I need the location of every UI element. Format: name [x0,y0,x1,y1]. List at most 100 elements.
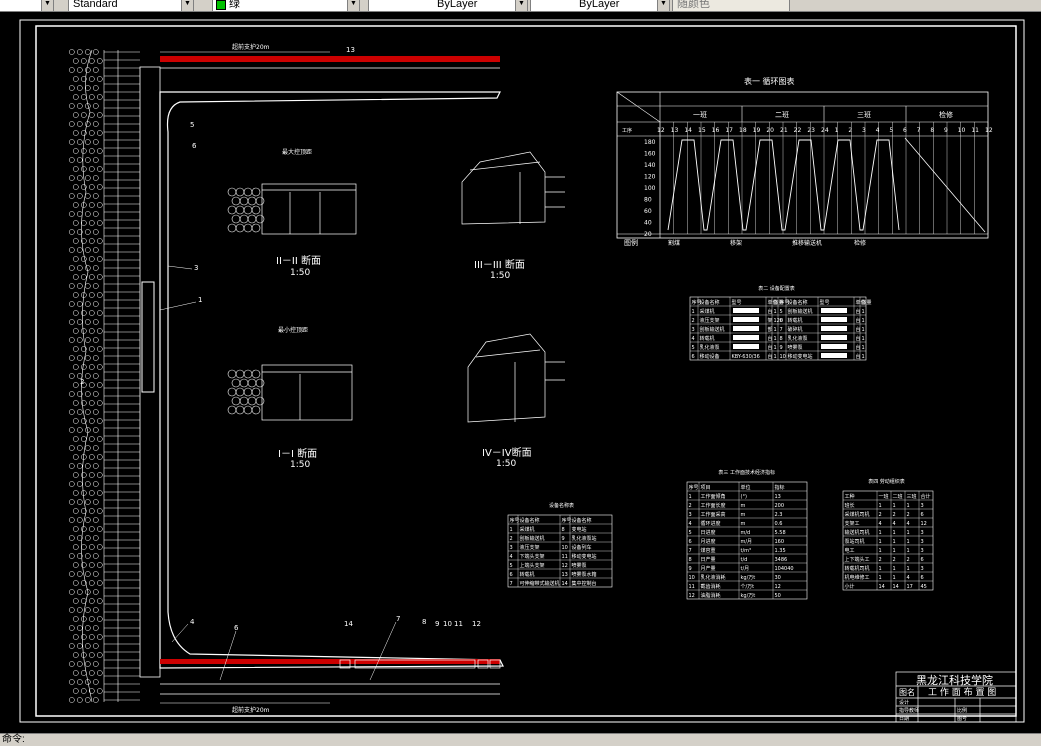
table-cell: 台 [856,344,861,351]
lineweight-combo[interactable]: ByLayer ▼ [530,0,670,11]
rock [227,387,237,397]
rock-dot [72,292,79,298]
table-cell: 1 [774,336,777,342]
table-cell: 输送机司机 [845,529,870,536]
linetype-combo[interactable]: ByLayer ▼ [368,0,528,11]
table-cell: 1 [862,327,865,333]
rock [251,387,261,397]
table-header: 指标 [775,484,785,491]
rock-dot [84,265,91,271]
rock-dot [92,589,99,595]
rock-dot [72,634,79,640]
chevron-down-icon[interactable]: ▼ [41,0,53,11]
table-cell: 台 [768,344,773,351]
rock-dot [92,229,99,235]
rock-dot [76,499,83,505]
rock-dot [68,661,75,667]
command-prompt: 命令: [2,734,25,745]
redacted-cell [821,326,847,331]
rock-dot [88,274,95,280]
drawing-name-label: 图名 [899,687,915,697]
table-cell: 刮板输送机 [788,308,813,315]
plotstyle-combo[interactable]: 随颜色 [672,0,790,11]
rock-pile-1 [227,369,265,415]
rock-dot [92,427,99,433]
rock [239,214,249,224]
table-cell: 3 [921,539,924,545]
rock-dot [88,112,95,118]
rock-dot [84,517,91,523]
rock-dot [96,616,103,622]
redacted-cell [821,335,847,340]
rock-dot [84,445,91,451]
labor-table: 表四 劳动组织表工种 一班 二班 三班 合计班长 1 1 1 3 采煤机司机 2 2 2 6 支架工 4 4 4 1… [842,478,934,591]
rock-dot [88,328,95,334]
color-combo[interactable]: 绿 ▼ [212,0,360,11]
drawing-canvas[interactable]: 超前支护20m 超前支护20m 1 3 5 6 4 6 7 8 9 10 11 … [0,12,1041,733]
rock-dot [68,157,75,163]
table-cell: 3 [921,530,924,536]
rock-dot [84,409,91,415]
table-cell: 1 [774,345,777,351]
table-cell: 3486 [775,557,788,563]
table-cell: 1 [862,336,865,342]
properties-toolbar: ▼ Standard ▼ 绿 ▼ ByLayer ▼ ByLayer ▼ 随颜色 [0,0,1041,12]
rock-dot [96,94,103,100]
redacted-cell [733,326,759,331]
table-cell: 2 [510,536,513,542]
rock-dot [76,679,83,685]
rock-dot [88,400,95,406]
chevron-down-icon[interactable]: ▼ [181,0,193,11]
rock-dot [72,112,79,118]
cycle-trace [667,139,900,231]
rock-dot [76,697,83,703]
rock-dot [92,283,99,289]
chevron-down-icon[interactable]: ▼ [515,0,527,11]
rock-dot [88,310,95,316]
table-cell: 液压支架 [700,317,720,324]
rock-dot [88,346,95,352]
rock-dot [88,76,95,82]
rock-dot [76,355,83,361]
rock-dot [84,643,91,649]
rock-dot [92,535,99,541]
table-cell: 200 [775,503,785,509]
rock-dot [76,337,83,343]
rock-dot [84,391,91,397]
y-tick: 80 [644,197,652,204]
hour-tick: 17 [725,127,733,134]
rock-dot [80,472,87,478]
rock-dot [76,463,83,469]
rock-dot [76,175,83,181]
table-cell: 1 [907,530,910,536]
table-cell: 3 [692,327,695,333]
rock-dot [88,454,95,460]
chevron-down-icon[interactable]: ▼ [657,0,669,11]
hour-tick: 9 [944,127,948,134]
command-line[interactable]: 命令: [0,733,1041,746]
rock-dot [76,607,83,613]
rock-dot [88,166,95,172]
rock-dot [80,184,87,190]
rock-dot [76,319,83,325]
rock-dot [72,472,79,478]
rock [239,196,249,206]
shift-label: 一班 [693,110,707,119]
rock-dot [84,49,91,55]
chevron-down-icon[interactable]: ▼ [347,0,359,11]
table-cell: 采煤机司机 [845,511,870,518]
hour-tick: 2 [848,127,852,134]
rock-dot [76,427,83,433]
table-cell: 1 [774,354,777,360]
table-header: 设备名称 [572,517,592,524]
table-cell: 5 [510,563,513,569]
rock-dot [80,634,87,640]
text-style-combo[interactable]: Standard ▼ [68,0,194,11]
redacted-cell [733,335,759,340]
rock-dot [72,454,79,460]
table-cell: 2 [689,503,692,509]
table-header: 序号 [689,484,699,491]
hour-tick: 1 [835,127,839,134]
dimstyle-combo[interactable]: ▼ [0,0,54,11]
rock-dot [84,571,91,577]
